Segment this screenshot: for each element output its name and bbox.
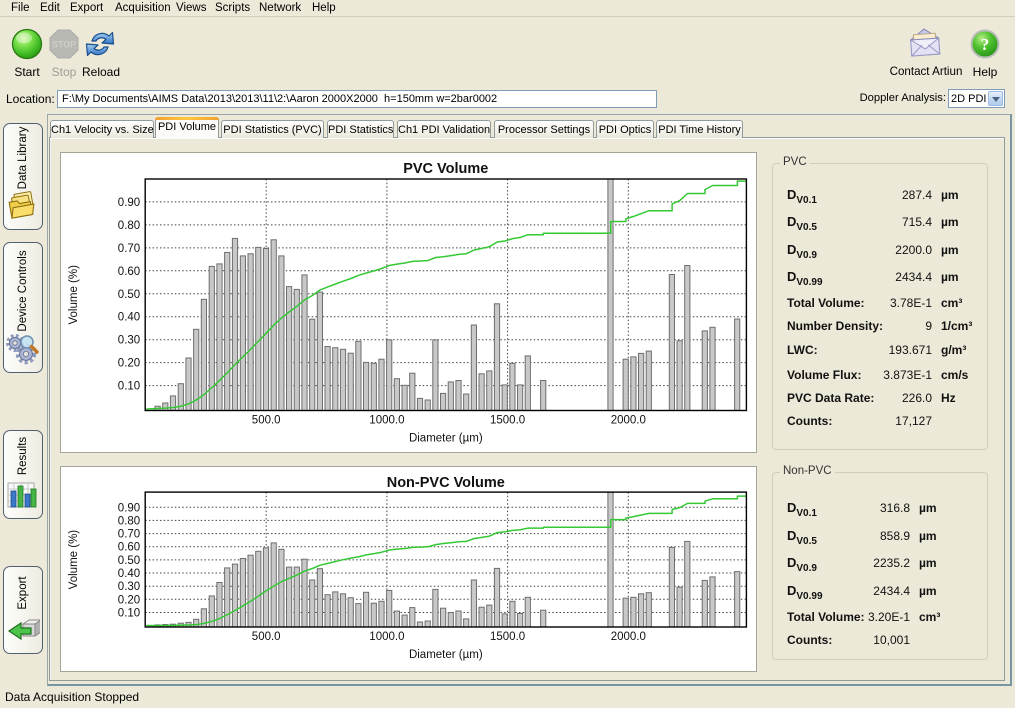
svg-text:Diameter (µm): Diameter (µm) — [409, 433, 483, 445]
svg-text:0.30: 0.30 — [118, 581, 140, 593]
svg-text:STOP: STOP — [52, 40, 76, 50]
svg-text:1500.0: 1500.0 — [490, 631, 525, 643]
svg-text:0.10: 0.10 — [118, 381, 140, 393]
svg-text:500.0: 500.0 — [252, 631, 281, 643]
svg-text:0.90: 0.90 — [118, 502, 140, 514]
svg-text:0.40: 0.40 — [118, 568, 140, 580]
svg-text:1000.0: 1000.0 — [369, 415, 404, 427]
svg-text:Non-PVC Volume: Non-PVC Volume — [387, 475, 505, 491]
svg-text:2000.0: 2000.0 — [611, 415, 646, 427]
svg-text:0.70: 0.70 — [118, 529, 140, 541]
svg-text:0.60: 0.60 — [118, 266, 140, 278]
svg-text:0.50: 0.50 — [118, 555, 140, 567]
svg-text:2000.0: 2000.0 — [611, 631, 646, 643]
svg-text:0.10: 0.10 — [118, 608, 140, 620]
svg-text:Volume (%): Volume (%) — [68, 265, 80, 325]
svg-text:0.20: 0.20 — [118, 594, 140, 606]
svg-text:0.70: 0.70 — [118, 243, 140, 255]
svg-text:0.50: 0.50 — [118, 289, 140, 301]
svg-text:1500.0: 1500.0 — [490, 415, 525, 427]
svg-text:0.30: 0.30 — [118, 335, 140, 347]
svg-text:0.90: 0.90 — [118, 197, 140, 209]
svg-text:0.40: 0.40 — [118, 312, 140, 324]
svg-text:Diameter (µm): Diameter (µm) — [409, 649, 483, 661]
svg-text:PVC Volume: PVC Volume — [403, 161, 488, 177]
svg-text:500.0: 500.0 — [252, 415, 281, 427]
svg-text:0.80: 0.80 — [118, 220, 140, 232]
svg-text:0.20: 0.20 — [118, 358, 140, 370]
svg-text:?: ? — [981, 35, 990, 54]
svg-text:Volume (%): Volume (%) — [68, 530, 80, 590]
svg-text:0.60: 0.60 — [118, 542, 140, 554]
svg-text:1000.0: 1000.0 — [369, 631, 404, 643]
svg-text:0.80: 0.80 — [118, 515, 140, 527]
